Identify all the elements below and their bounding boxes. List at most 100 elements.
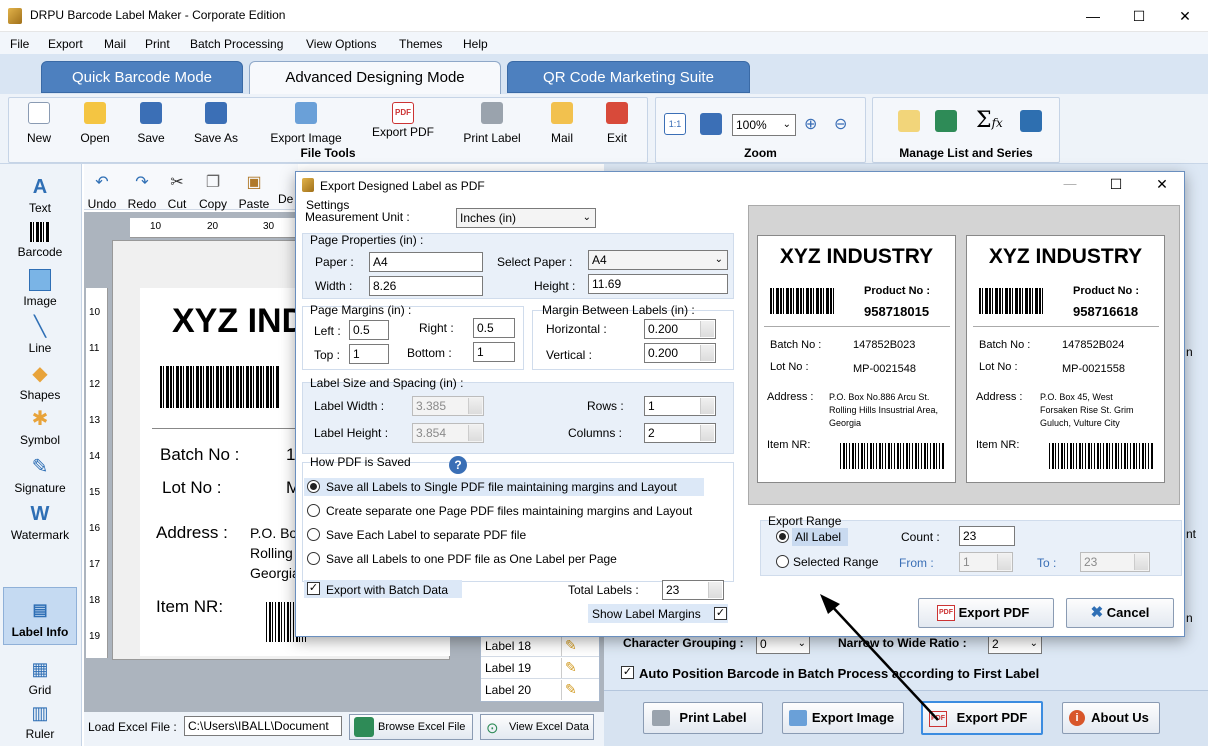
ruler-tool[interactable]: ▥ Ruler	[0, 702, 80, 741]
ratio-select[interactable]: 2 ⌄	[988, 634, 1042, 654]
horizontal-spinner[interactable]: 0.200	[644, 319, 716, 339]
view-excel-button[interactable]: ⊙ View Excel Data	[480, 714, 594, 740]
open-folder-icon	[84, 102, 106, 124]
tab-advanced-designing-mode[interactable]: Advanced Designing Mode	[249, 61, 501, 95]
excel-path-input[interactable]: C:\Users\IBALL\Document	[184, 716, 342, 736]
open-button[interactable]: Open	[77, 102, 113, 144]
text-tool[interactable]: A Text	[0, 176, 80, 215]
edit-pencil-icon[interactable]: ✎	[565, 659, 577, 676]
grid-tool[interactable]: ▦ Grid	[0, 658, 80, 697]
select-paper-dropdown[interactable]: A4 ⌄	[588, 250, 728, 270]
paste-button[interactable]: ▣ Paste	[236, 172, 272, 211]
zoom-select[interactable]: 100% ⌄	[732, 114, 796, 136]
new-button[interactable]: New	[22, 102, 56, 144]
list-item[interactable]: Label 20 ✎	[481, 679, 599, 701]
signature-tool[interactable]: ✎ Signature	[0, 456, 80, 495]
fit-to-window-icon[interactable]	[700, 113, 722, 135]
radio-selected-range[interactable]	[776, 555, 789, 568]
menu-batch-processing[interactable]: Batch Processing	[190, 37, 283, 51]
top-margin-input[interactable]: 1	[349, 344, 389, 364]
total-labels-spinner[interactable]: 23	[662, 580, 724, 600]
radio-all-label[interactable]	[776, 530, 789, 543]
dialog-minimize-button[interactable]: —	[1058, 176, 1082, 191]
export-image-button[interactable]: Export Image	[264, 102, 348, 144]
print-label-button[interactable]: Print Label	[643, 702, 763, 734]
list-item[interactable]: Label 19 ✎	[481, 657, 599, 679]
exit-button[interactable]: Exit	[602, 102, 632, 144]
mail-button[interactable]: Mail	[546, 102, 578, 144]
label-item-caption: Item NR:	[156, 597, 224, 616]
count-input[interactable]: 23	[959, 526, 1015, 546]
tab-quick-barcode-mode[interactable]: Quick Barcode Mode	[41, 61, 243, 93]
shapes-tool[interactable]: ◆ Shapes	[0, 363, 80, 402]
to-spinner[interactable]: 23	[1080, 552, 1150, 572]
list-item[interactable]: Label 18 ✎	[481, 635, 599, 657]
from-spinner[interactable]: 1	[959, 552, 1013, 572]
bottom-margin-input[interactable]: 1	[473, 342, 515, 362]
excel-icon[interactable]	[935, 110, 957, 132]
help-icon[interactable]: ?	[449, 456, 467, 474]
watermark-tool[interactable]: W Watermark	[0, 503, 80, 542]
dialog-close-button[interactable]: ✕	[1150, 176, 1174, 193]
label-width-spinner[interactable]: 3.385	[412, 396, 484, 416]
vertical-spinner[interactable]: 0.200	[644, 343, 716, 363]
swap-series-icon[interactable]	[1020, 110, 1042, 132]
dialog-cancel-button[interactable]: ✖ Cancel	[1066, 598, 1174, 628]
redo-button[interactable]: ↷ Redo	[124, 172, 160, 211]
zoom-out-icon[interactable]: ⊖	[834, 114, 847, 134]
edit-list-icon[interactable]	[898, 110, 920, 132]
tab-qr-code-marketing-suite[interactable]: QR Code Marketing Suite	[507, 61, 750, 93]
menu-file[interactable]: File	[10, 37, 29, 51]
minimize-button[interactable]: —	[1070, 0, 1116, 32]
image-tool[interactable]: Image	[0, 269, 80, 308]
edit-pencil-icon[interactable]: ✎	[565, 681, 577, 698]
label-company[interactable]: XYZ IND	[172, 304, 306, 338]
symbol-tool[interactable]: ✱ Symbol	[0, 408, 80, 447]
fit-one-to-one-icon[interactable]: 1:1	[664, 113, 686, 135]
label-info-tool[interactable]: ▤ Label Info	[3, 587, 77, 645]
cut-icon: ✂	[170, 174, 184, 191]
export-pdf-ribbon-button[interactable]: PDF Export PDF	[369, 102, 437, 138]
auto-position-checkbox[interactable]: ✓	[621, 666, 634, 679]
menu-export[interactable]: Export	[48, 37, 83, 51]
radio-each-label-pdf[interactable]	[307, 528, 320, 541]
label-height-spinner[interactable]: 3.854	[412, 423, 484, 443]
paper-input[interactable]: A4	[369, 252, 483, 272]
character-grouping-select[interactable]: 0 ⌄	[756, 634, 810, 654]
menu-help[interactable]: Help	[463, 37, 488, 51]
menu-mail[interactable]: Mail	[104, 37, 126, 51]
radio-one-label-per-page[interactable]	[307, 552, 320, 565]
label-barcode[interactable]	[160, 366, 280, 408]
save-as-button[interactable]: Save As	[190, 102, 242, 144]
menu-themes[interactable]: Themes	[399, 37, 442, 51]
zoom-in-icon[interactable]: ⊕	[804, 114, 817, 134]
close-button[interactable]: ✕	[1162, 0, 1208, 32]
export-batch-checkbox[interactable]: ✓	[307, 582, 320, 595]
copy-button[interactable]: ❐ Copy	[196, 172, 230, 211]
save-button[interactable]: Save	[133, 102, 169, 144]
barcode-tool[interactable]: Barcode	[0, 222, 80, 259]
browse-excel-button[interactable]: Browse Excel File	[349, 714, 473, 740]
show-margins-checkbox[interactable]: ✓	[714, 607, 727, 620]
width-input[interactable]: 8.26	[369, 276, 483, 296]
right-margin-input[interactable]: 0.5	[473, 318, 515, 338]
sigma-fx-icon[interactable]: Σfx	[976, 108, 1003, 133]
edit-pencil-icon[interactable]: ✎	[565, 637, 577, 654]
undo-button[interactable]: ↶ Undo	[84, 172, 120, 211]
cut-button[interactable]: ✂ Cut	[162, 172, 192, 211]
menu-view-options[interactable]: View Options	[306, 37, 376, 51]
measurement-unit-select[interactable]: Inches (in) ⌄	[456, 208, 596, 228]
print-label-ribbon-button[interactable]: Print Label	[459, 102, 525, 144]
height-input[interactable]: 11.69	[588, 274, 728, 294]
dialog-maximize-button[interactable]: ☐	[1104, 176, 1128, 193]
preview-item-barcode	[1049, 443, 1153, 469]
rows-spinner[interactable]: 1	[644, 396, 716, 416]
radio-single-pdf[interactable]	[307, 480, 320, 493]
radio-separate-page-pdf[interactable]	[307, 504, 320, 517]
about-us-button[interactable]: i About Us	[1062, 702, 1160, 734]
maximize-button[interactable]: ☐	[1116, 0, 1162, 32]
columns-spinner[interactable]: 2	[644, 423, 716, 443]
menu-print[interactable]: Print	[145, 37, 170, 51]
left-margin-input[interactable]: 0.5	[349, 320, 389, 340]
line-tool[interactable]: ╲ Line	[0, 316, 80, 355]
